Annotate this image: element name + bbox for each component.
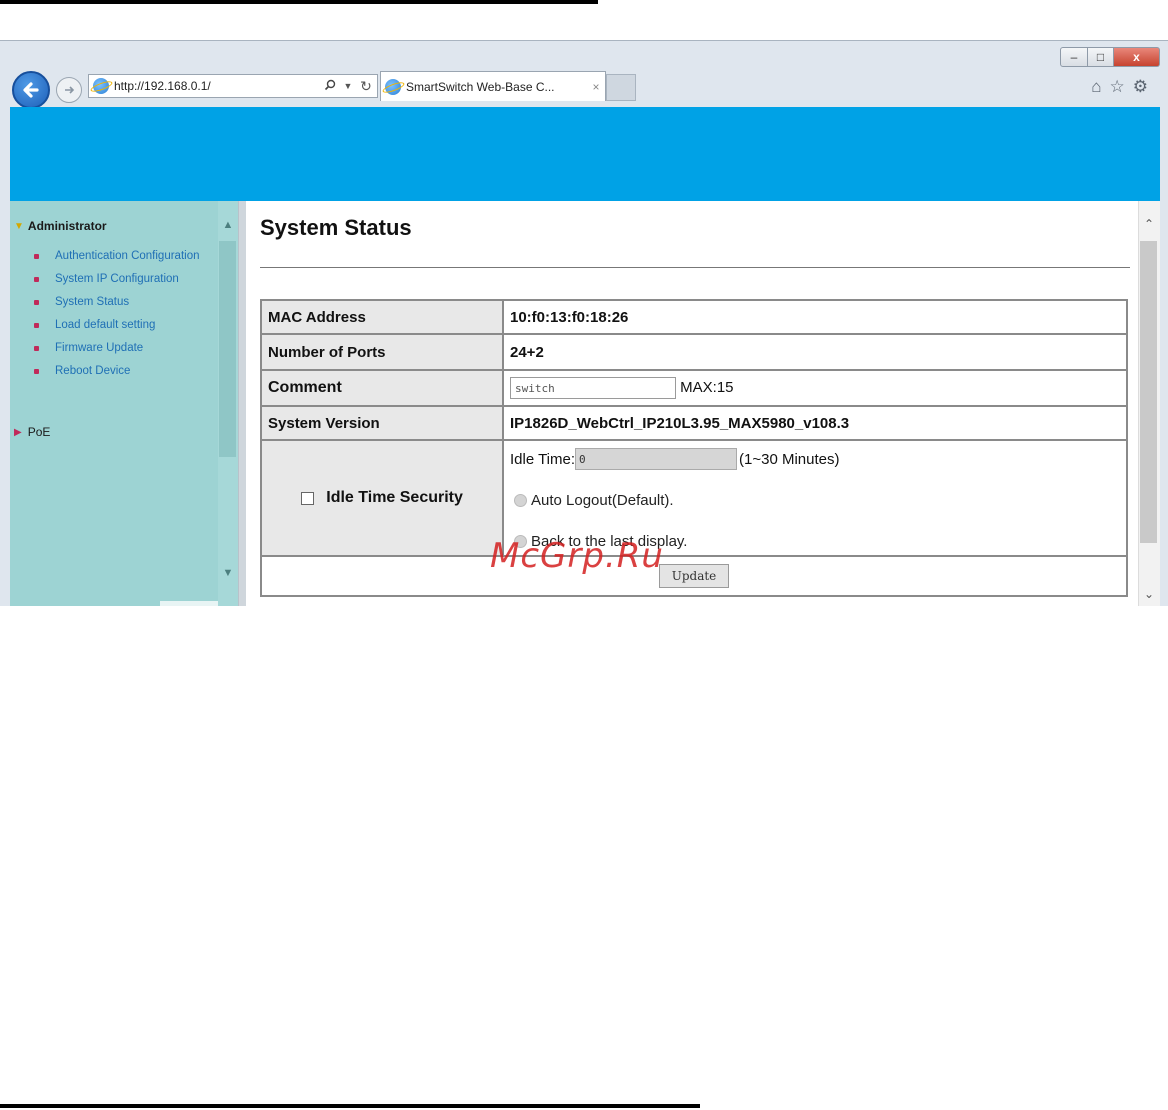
sidebar: ▼ Administrator Authentication Configura…: [10, 201, 238, 606]
sidebar-item-system-status[interactable]: System Status: [30, 295, 215, 310]
system-version-value: IP1826D_WebCtrl_IP210L3.95_MAX5980_v108.…: [502, 405, 1128, 441]
forward-icon: [65, 86, 75, 94]
sidebar-item-firmware-update[interactable]: Firmware Update: [30, 341, 215, 356]
content-scroll-up-icon[interactable]: ⌃: [1138, 217, 1160, 231]
update-cell: Update: [260, 555, 1128, 597]
comment-input[interactable]: [510, 377, 676, 399]
ie-page-icon: [93, 78, 109, 94]
document-bottom-rule: [0, 1104, 700, 1108]
sidebar-corner: [160, 601, 218, 606]
idle-time-label: Idle Time:: [510, 450, 576, 468]
system-status-table: MAC Address 10:f0:13:f0:18:26 Number of …: [260, 299, 1128, 597]
update-button[interactable]: Update: [659, 564, 729, 588]
idle-security-cell: Idle Time Security: [260, 439, 504, 557]
auto-logout-option[interactable]: Auto Logout(Default).: [514, 492, 674, 509]
idle-security-checkbox[interactable]: [301, 491, 315, 505]
sidebar-poe[interactable]: ▶ PoE: [14, 425, 50, 439]
mac-address-label: MAC Address: [260, 299, 504, 335]
minimize-button[interactable]: –: [1060, 47, 1088, 67]
back-icon: [23, 82, 39, 98]
close-window-button[interactable]: x: [1114, 47, 1160, 67]
table-row: MAC Address 10:f0:13:f0:18:26: [260, 299, 1128, 335]
system-version-label: System Version: [260, 405, 504, 441]
browser-tab[interactable]: SmartSwitch Web-Base C... ×: [380, 71, 606, 101]
browser-tools: ⌂ ☆ ⚙: [1091, 77, 1148, 97]
idle-time-input[interactable]: [575, 448, 738, 470]
auto-logout-label: Auto Logout(Default).: [531, 492, 674, 509]
comment-label: Comment: [260, 369, 504, 407]
page-banner: [10, 107, 1160, 201]
frame-divider[interactable]: [238, 201, 246, 606]
page-title: System Status: [260, 215, 412, 240]
scroll-up-icon[interactable]: ▲: [218, 219, 238, 231]
comment-cell: MAX:15: [502, 369, 1128, 407]
ports-label: Number of Ports: [260, 333, 504, 371]
table-row: Comment MAX:15: [260, 369, 1128, 407]
new-tab-button[interactable]: [606, 74, 636, 101]
watermark: McGrp.Ru: [490, 536, 664, 576]
browser-window: – □ x http://192.168.0.1/ ▼ ↻ SmartSwitc…: [0, 40, 1168, 606]
address-text[interactable]: http://192.168.0.1/: [114, 79, 319, 93]
content-scroll-down-icon[interactable]: ⌄: [1138, 587, 1160, 601]
sidebar-item-load-default[interactable]: Load default setting: [30, 318, 215, 333]
ports-value: 24+2: [502, 333, 1128, 371]
sidebar-header[interactable]: ▼ Administrator: [14, 219, 107, 233]
table-row: System Version IP1826D_WebCtrl_IP210L3.9…: [260, 405, 1128, 441]
tab-favicon-icon: [385, 78, 401, 95]
sidebar-item-system-ip[interactable]: System IP Configuration: [30, 272, 215, 287]
idle-time-range: (1~30 Minutes): [739, 450, 840, 468]
main-content: System Status MAC Address 10:f0:13:f0:18…: [246, 201, 1142, 606]
content-scroll-thumb[interactable]: [1140, 241, 1157, 543]
expand-arrow-icon: ▼: [14, 220, 24, 232]
sidebar-scroll-thumb[interactable]: [219, 241, 236, 457]
home-icon[interactable]: ⌂: [1091, 77, 1101, 97]
back-button[interactable]: [12, 71, 50, 109]
address-bar[interactable]: http://192.168.0.1/ ▼ ↻: [88, 74, 378, 98]
document-top-rule: [0, 0, 598, 4]
scroll-down-icon[interactable]: ▼: [218, 567, 238, 579]
table-row: Update: [260, 555, 1128, 597]
refresh-icon[interactable]: ↻: [355, 78, 377, 95]
comment-max-label: MAX:15: [680, 378, 734, 396]
star-icon[interactable]: ☆: [1110, 77, 1125, 97]
tab-title: SmartSwitch Web-Base C...: [406, 79, 555, 94]
sidebar-poe-label: PoE: [27, 425, 51, 439]
title-divider: [260, 267, 1130, 268]
tab-close-icon[interactable]: ×: [587, 80, 605, 94]
collapsed-arrow-icon: ▶: [14, 426, 22, 438]
table-row: Idle Time Security Idle Time: (1~30 Minu…: [260, 439, 1128, 557]
sidebar-item-reboot-device[interactable]: Reboot Device: [30, 364, 215, 379]
search-icon[interactable]: [319, 79, 341, 94]
maximize-button[interactable]: □: [1088, 47, 1114, 67]
mac-address-value: 10:f0:13:f0:18:26: [502, 299, 1128, 335]
idle-security-label: Idle Time Security: [326, 489, 463, 506]
table-row: Number of Ports 24+2: [260, 333, 1128, 371]
window-controls: – □ x: [1060, 47, 1160, 67]
forward-button[interactable]: [56, 77, 82, 103]
idle-time-line: Idle Time: (1~30 Minutes): [510, 448, 840, 470]
auto-logout-radio[interactable]: [514, 494, 527, 507]
sidebar-header-label: Administrator: [27, 219, 107, 233]
address-dropdown-icon[interactable]: ▼: [341, 81, 355, 91]
gear-icon[interactable]: ⚙: [1133, 77, 1148, 97]
sidebar-menu: Authentication Configuration System IP C…: [30, 249, 215, 387]
sidebar-item-authentication[interactable]: Authentication Configuration: [30, 249, 215, 264]
